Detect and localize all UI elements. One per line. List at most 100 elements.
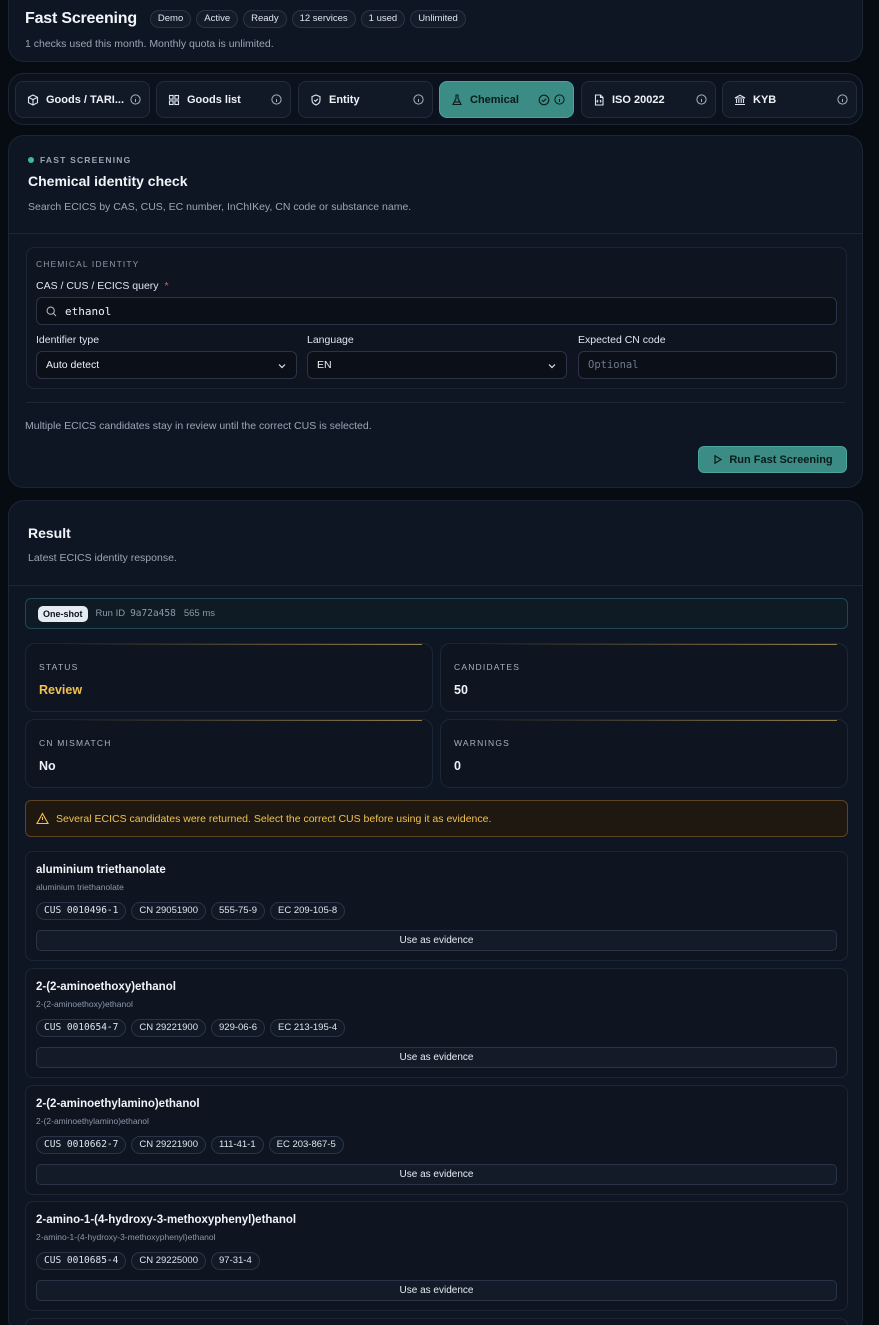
- tab-label: Goods list: [187, 93, 241, 106]
- use-as-evidence-button[interactable]: Use as evidence: [36, 1280, 837, 1301]
- ec-chip: EC 203-867-5: [268, 1136, 344, 1154]
- tab-kyb[interactable]: KYB: [722, 81, 857, 118]
- review-hint: Multiple ECICS candidates stay in review…: [25, 420, 372, 432]
- chemical-form-card: FAST SCREENING Chemical identity check S…: [8, 135, 863, 488]
- candidate-name: 2-(2-aminoethoxy)ethanol: [36, 981, 176, 993]
- run-button-label: Run Fast Screening: [729, 453, 833, 466]
- cn-chip: CN 29221900: [131, 1136, 206, 1154]
- candidates-warning: Several ECICS candidates were returned. …: [25, 800, 848, 837]
- info-icon[interactable]: [130, 94, 141, 105]
- info-icon[interactable]: [696, 94, 707, 105]
- query-label: CAS / CUS / ECICS query *: [36, 280, 169, 292]
- candidate-subtitle: aluminium triethanolate: [36, 882, 124, 892]
- candidate-name: 2-(2-aminoethylamino)ethanol: [36, 1098, 200, 1110]
- run-fast-screening-button[interactable]: Run Fast Screening: [698, 446, 847, 473]
- stat-label: STATUS: [39, 662, 79, 672]
- candidate-subtitle: 2-amino-1-(4-hydroxy-3-methoxyphenyl)eth…: [36, 1232, 216, 1242]
- warning-text: Several ECICS candidates were returned. …: [56, 812, 492, 825]
- query-value: ethanol: [65, 304, 112, 318]
- quota-text: 1 checks used this month. Monthly quota …: [25, 38, 274, 50]
- eyebrow: FAST SCREENING: [28, 155, 131, 165]
- cas-chip: 111-41-1: [211, 1136, 264, 1154]
- cus-chip: CUS 0010662-7: [36, 1136, 127, 1154]
- candidate-name: aluminium triethanolate: [36, 864, 166, 876]
- grid-icon: [168, 94, 180, 106]
- candidate-card: aluminium triethanolate aluminium trieth…: [25, 851, 848, 961]
- info-icon[interactable]: [837, 94, 848, 105]
- cas-chip: 555-75-9: [211, 902, 266, 920]
- info-icon[interactable]: [554, 94, 565, 105]
- language-label: Language: [307, 334, 354, 346]
- divider: [26, 402, 845, 403]
- file-code-icon: [593, 93, 605, 106]
- chevron-down-icon: [277, 361, 287, 371]
- tab-entity[interactable]: Entity: [298, 81, 433, 118]
- cus-chip: CUS 0010654-7: [36, 1019, 127, 1037]
- search-icon: [46, 306, 57, 317]
- info-icon[interactable]: [271, 94, 282, 105]
- stat-cn-mismatch: CN MISMATCH No: [25, 719, 433, 788]
- stat-label: CN MISMATCH: [39, 738, 112, 748]
- service-tabs: Goods / TARI... Goods list Entity Chemic…: [8, 73, 863, 125]
- result-description: Latest ECICS identity response.: [28, 552, 177, 564]
- services-badge: 12 services: [291, 10, 356, 28]
- package-icon: [27, 93, 39, 106]
- stat-warnings: WARNINGS 0: [440, 719, 848, 788]
- stat-value: No: [39, 759, 56, 773]
- status-dot: [28, 157, 34, 163]
- tab-iso-20022[interactable]: ISO 20022: [581, 81, 716, 118]
- use-as-evidence-button[interactable]: Use as evidence: [36, 1047, 837, 1068]
- warning-icon: [36, 812, 49, 825]
- stat-status: STATUS Review: [25, 643, 433, 712]
- expected-cn-label: Expected CN code: [578, 334, 666, 346]
- cus-chip: CUS 0010685-4: [36, 1252, 127, 1270]
- run-id-label: Run ID: [95, 608, 126, 619]
- page-header: Fast Screening Demo Active Ready 12 serv…: [8, 0, 863, 62]
- identifier-type-select[interactable]: Auto detect: [36, 351, 297, 379]
- expected-cn-placeholder: Optional: [588, 359, 639, 371]
- chemical-identity-panel: CHEMICAL IDENTITY CAS / CUS / ECICS quer…: [26, 247, 847, 389]
- tab-goods-tariff[interactable]: Goods / TARI...: [15, 81, 150, 118]
- stat-value: 0: [454, 759, 461, 773]
- query-input[interactable]: ethanol: [36, 297, 837, 325]
- cn-chip: CN 29225000: [131, 1252, 206, 1270]
- language-select[interactable]: EN: [307, 351, 567, 379]
- language-value: EN: [317, 359, 332, 371]
- divider: [9, 233, 862, 234]
- stat-label: WARNINGS: [454, 738, 511, 748]
- section-label: CHEMICAL IDENTITY: [36, 259, 140, 269]
- use-as-evidence-button[interactable]: Use as evidence: [36, 930, 837, 951]
- run-info-bar: One-shot Run ID 9a72a458 565 ms: [25, 598, 848, 629]
- bank-icon: [734, 94, 746, 106]
- form-description: Search ECICS by CAS, CUS, EC number, InC…: [28, 201, 412, 213]
- candidate-card: 2-(2-aminoethylamino)ethanol 2-(2-aminoe…: [25, 1085, 848, 1195]
- mode-badge: One-shot: [38, 605, 88, 622]
- run-id: 9a72a458: [130, 608, 176, 619]
- candidate-chips: CUS 0010685-4 CN 29225000 97-31-4: [36, 1252, 260, 1270]
- stat-candidates: CANDIDATES 50: [440, 643, 848, 712]
- tab-goods-list[interactable]: Goods list: [156, 81, 291, 118]
- header-title-row: Fast Screening Demo Active Ready 12 serv…: [25, 10, 466, 28]
- usage-badge: 1 used: [360, 10, 406, 28]
- candidate-subtitle: 2-(2-aminoethylamino)ethanol: [36, 1116, 149, 1126]
- shield-icon: [310, 93, 322, 106]
- use-as-evidence-button[interactable]: Use as evidence: [36, 1164, 837, 1185]
- identifier-type-label: Identifier type: [36, 334, 100, 346]
- cus-chip: CUS 0010496-1: [36, 902, 127, 920]
- candidate-card: 2-(2-aminoethoxy)ethanol 2-(2-aminoethox…: [25, 968, 848, 1078]
- candidate-card: [25, 1318, 848, 1325]
- status-badge: Demo: [149, 10, 192, 28]
- info-icon[interactable]: [413, 94, 424, 105]
- cn-chip: CN 29051900: [131, 902, 206, 920]
- tab-chemical[interactable]: Chemical: [439, 81, 574, 118]
- tab-label: Entity: [329, 93, 360, 106]
- run-duration: 565 ms: [183, 608, 215, 619]
- candidate-chips: CUS 0010662-7 CN 29221900 111-41-1 EC 20…: [36, 1136, 344, 1154]
- eyebrow-label: FAST SCREENING: [40, 155, 132, 165]
- cn-chip: CN 29221900: [131, 1019, 206, 1037]
- candidate-name: 2-amino-1-(4-hydroxy-3-methoxyphenyl)eth…: [36, 1214, 297, 1226]
- expected-cn-input[interactable]: Optional: [578, 351, 837, 379]
- status-badge: Ready: [243, 10, 287, 28]
- ec-chip: EC 209-105-8: [270, 902, 346, 920]
- divider: [9, 585, 862, 586]
